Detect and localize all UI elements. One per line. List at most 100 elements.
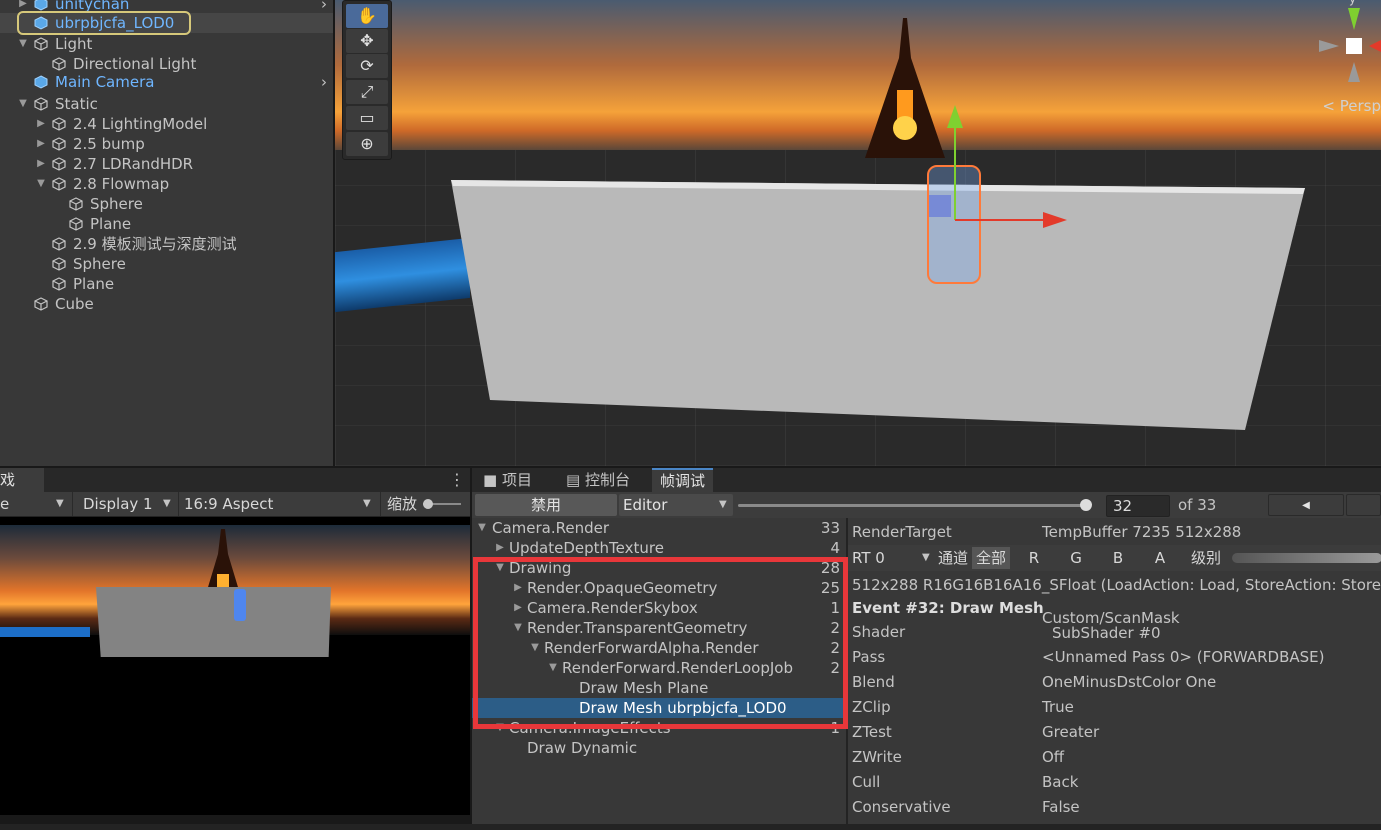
hierarchy-item-label: 2.4 LightingModel [73, 115, 208, 133]
move-tool-button[interactable]: ✥ [346, 29, 388, 53]
prev-event-button[interactable]: ◀ [1268, 494, 1344, 516]
gameobject-cube-icon [52, 157, 66, 171]
gameobject-cube-icon [52, 257, 66, 271]
hierarchy-item[interactable]: Plane [0, 274, 333, 294]
channel-r-button[interactable]: R [1014, 547, 1054, 569]
prop-value: Back [1042, 773, 1079, 791]
tab-game[interactable]: 戏 [0, 468, 44, 492]
rt-select-dropdown[interactable]: RT 0 ▼ [852, 547, 932, 569]
move-gizmo-icon[interactable] [925, 100, 1075, 240]
shader-row: Shader Custom/ScanMask SubShader #0 [852, 611, 1381, 644]
expand-arrow-icon[interactable]: ▶ [494, 538, 506, 558]
orientation-gizmo-icon[interactable] [1319, 0, 1381, 85]
ping-highlight [17, 11, 191, 35]
collapse-arrow-icon[interactable]: ▼ [476, 518, 488, 538]
prop-row: ZWrite Off [852, 745, 1381, 769]
hierarchy-item[interactable]: ▼ 2.8 Flowmap [0, 174, 333, 194]
hierarchy-item-label: Static [55, 95, 98, 113]
hierarchy-item[interactable]: Main Camera › [0, 72, 333, 92]
hierarchy-item[interactable]: 2.9 模板测试与深度测试 [0, 234, 333, 254]
subshader-name: SubShader #0 [1052, 624, 1161, 642]
scale-tool-button[interactable]: ⤢ [346, 80, 388, 104]
scale-slider-handle[interactable] [423, 499, 433, 509]
prop-key: Cull [852, 773, 881, 791]
persp-text: Persp [1339, 97, 1381, 115]
game-toolbar: e ▼ Display 1 ▼ 16:9 Aspect ▼ 缩放 [0, 492, 470, 517]
tree-row[interactable]: ▶ UpdateDepthTexture 4 [472, 538, 846, 558]
hierarchy-item[interactable]: Sphere [0, 254, 333, 274]
level-label: 级别 [1190, 549, 1221, 567]
hierarchy-item[interactable]: ▶ 2.4 LightingModel [0, 114, 333, 134]
hierarchy-item[interactable]: Sphere [0, 194, 333, 214]
hierarchy-item[interactable]: Directional Light [0, 54, 333, 74]
format-text: 512x288 R16G16B16A16_SFloat (LoadAction:… [852, 576, 1381, 594]
expand-arrow-icon[interactable]: ▶ [35, 154, 47, 174]
gameobject-cube-icon [52, 177, 66, 191]
tree-row[interactable]: Draw Dynamic [472, 738, 846, 758]
hierarchy-item[interactable]: ▶ 2.7 LDRandHDR [0, 154, 333, 174]
event-slider-handle[interactable] [1080, 499, 1092, 511]
collapse-arrow-icon[interactable]: ▼ [17, 34, 29, 54]
hierarchy-item[interactable]: Cube [0, 294, 333, 314]
scene-view[interactable]: ✋ ✥ ⟳ ⤢ ▭ ⊕ y < Persp [335, 0, 1381, 466]
tab-project[interactable]: ■ 项目 [475, 469, 540, 492]
expand-arrow-icon[interactable]: ▶ [35, 134, 47, 154]
game-render-view[interactable] [0, 517, 470, 815]
hierarchy-item[interactable]: ▼ Static [0, 94, 333, 114]
tab-console[interactable]: ▤ 控制台 [558, 469, 638, 492]
hierarchy-item-label: 2.8 Flowmap [73, 175, 170, 193]
hierarchy-item-label: 2.5 bump [73, 135, 145, 153]
gameobject-cube-icon [34, 37, 48, 51]
disable-button[interactable]: 禁用 [475, 494, 617, 516]
aspect-label: 16:9 Aspect [184, 495, 274, 513]
chevron-right-icon[interactable]: › [321, 72, 327, 92]
frame-debugger-toolbar: 禁用 Editor ▼ 32 of 33 ◀ [472, 492, 1381, 519]
hierarchy-item[interactable]: Plane [0, 214, 333, 234]
aspect-dropdown[interactable]: 16:9 Aspect ▼ [178, 492, 378, 516]
rotate-tool-button[interactable]: ⟳ [346, 54, 388, 78]
collapse-arrow-icon[interactable]: ▼ [35, 174, 47, 194]
hierarchy-item-label: Plane [73, 275, 115, 293]
display-mode-label: e [0, 495, 10, 513]
gizmo-y-label: y [1349, 0, 1356, 6]
tab-frame-debug[interactable]: 帧调试 [652, 468, 714, 493]
scene-cube-mesh [451, 180, 1305, 430]
event-total-label: of 33 [1178, 496, 1217, 514]
prop-row: Blend OneMinusDstColor One [852, 670, 1381, 694]
channel-all-button[interactable]: 全部 [972, 547, 1010, 569]
hierarchy-item-label: Sphere [73, 255, 126, 273]
channel-a-button[interactable]: A [1140, 547, 1180, 569]
prop-value: Off [1042, 748, 1065, 766]
hand-tool-button[interactable]: ✋ [346, 4, 388, 28]
chevron-down-icon: ▼ [719, 499, 727, 510]
display-mode-dropdown[interactable]: e ▼ [0, 492, 68, 516]
display-dropdown[interactable]: Display 1 ▼ [72, 492, 176, 516]
level-slider[interactable] [1232, 553, 1381, 563]
rotate-icon: ⟳ [360, 56, 374, 75]
target-dropdown[interactable]: Editor ▼ [619, 494, 733, 516]
event-index-input[interactable]: 32 [1106, 495, 1170, 517]
persp-label[interactable]: < Persp [1322, 97, 1381, 115]
hierarchy-item[interactable]: ▶ 2.5 bump [0, 134, 333, 154]
expand-arrow-icon[interactable]: ▶ [35, 114, 47, 134]
hierarchy-item[interactable]: ▼ Light [0, 34, 333, 54]
chevron-down-icon: ▼ [56, 498, 64, 509]
collapse-arrow-icon[interactable]: ▼ [17, 94, 29, 114]
transform-tool-button[interactable]: ⊕ [346, 132, 388, 156]
tab-game-label: 戏 [0, 471, 16, 489]
rect-tool-button[interactable]: ▭ [346, 106, 388, 130]
target-label: Editor [623, 496, 668, 514]
scale-label: 缩放 [387, 495, 418, 513]
next-event-button[interactable] [1346, 494, 1381, 516]
channel-g-button[interactable]: G [1056, 547, 1096, 569]
channels-label: 通道 [937, 549, 968, 567]
prefab-cube-icon [34, 75, 48, 89]
tree-row[interactable]: ▼ Camera.Render 33 [472, 518, 846, 538]
tree-row-label: UpdateDepthTexture [509, 539, 664, 557]
chevron-right-icon[interactable]: › [321, 0, 327, 14]
panel-menu-icon[interactable]: ⋮ [449, 470, 465, 489]
event-slider-track[interactable] [738, 504, 1088, 507]
shader-value[interactable]: Custom/ScanMask SubShader #0 [1042, 611, 1180, 641]
channel-b-button[interactable]: B [1098, 547, 1138, 569]
gameobject-cube-icon [34, 297, 48, 311]
